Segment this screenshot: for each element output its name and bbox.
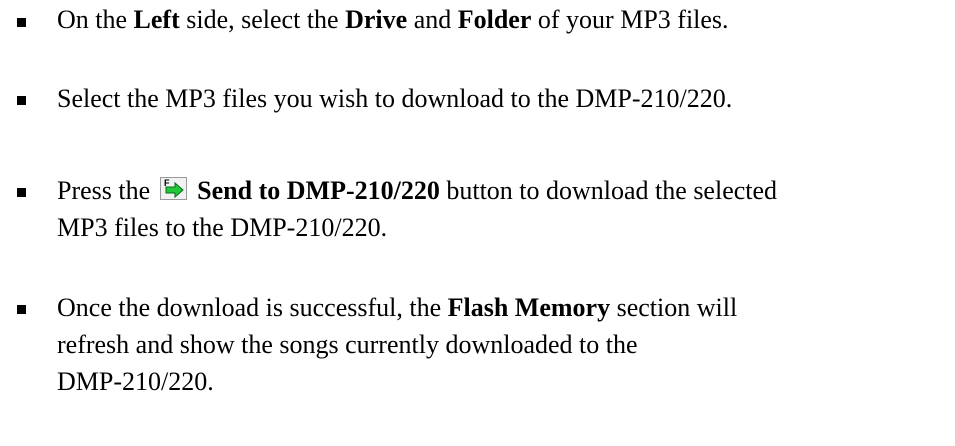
instruction-text: Press the F Send to DMP-210/220 button to …: [57, 172, 947, 246]
instruction-continuation: refresh and show the songs currently dow…: [57, 330, 638, 359]
bullet-marker: [17, 188, 26, 197]
instruction-continuation: DMP-210/220.: [57, 367, 214, 396]
instruction-text: Once the download is successful, the Fla…: [57, 289, 947, 400]
instruction-continuation: MP3 files to the DMP-210/220.: [57, 213, 388, 242]
bullet-marker: [17, 96, 26, 105]
instruction-text: Select the MP3 files you wish to downloa…: [57, 84, 733, 113]
send-button-label: Send to DMP-210/220: [197, 176, 440, 205]
bullet-marker: [17, 305, 26, 314]
flash-memory-term: Flash Memory: [447, 293, 611, 322]
instruction-text: On the Left side, select the Drive and F…: [57, 5, 729, 34]
send-to-device-icon: F: [160, 177, 188, 200]
bullet-marker: [17, 18, 26, 27]
